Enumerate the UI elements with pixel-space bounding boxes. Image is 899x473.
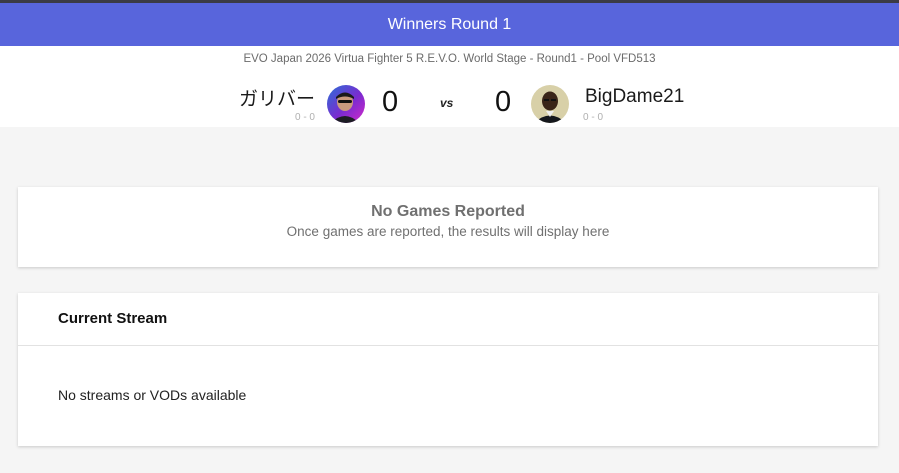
current-stream-card: Current Stream No streams or VODs availa… [18, 293, 878, 446]
round-title-bar: Winners Round 1 [0, 3, 899, 46]
no-streams-message: No streams or VODs available [58, 387, 247, 403]
no-games-title: No Games Reported [371, 203, 525, 220]
vs-label: vs [440, 96, 454, 110]
player2-avatar[interactable] [531, 85, 569, 123]
player2-score: 0 [495, 86, 512, 118]
player1-score: 0 [382, 86, 399, 118]
games-reported-card: No Games Reported Once games are reporte… [18, 187, 878, 267]
stream-divider [18, 345, 878, 346]
player1-avatar[interactable] [327, 85, 365, 123]
round-label: Winners Round 1 [387, 15, 512, 33]
event-title: EVO Japan 2026 Virtua Fighter 5 R.E.V.O.… [243, 53, 656, 65]
player1-name[interactable]: ガリバー [239, 84, 315, 111]
current-stream-heading: Current Stream [58, 310, 168, 327]
player2-name[interactable]: BigDame21 [585, 86, 684, 108]
match-header: EVO Japan 2026 Virtua Fighter 5 R.E.V.O.… [0, 46, 899, 127]
player1-record: 0 - 0 [294, 112, 315, 123]
player2-record: 0 - 0 [583, 112, 604, 123]
no-games-message: Once games are reported, the results wil… [286, 224, 610, 239]
